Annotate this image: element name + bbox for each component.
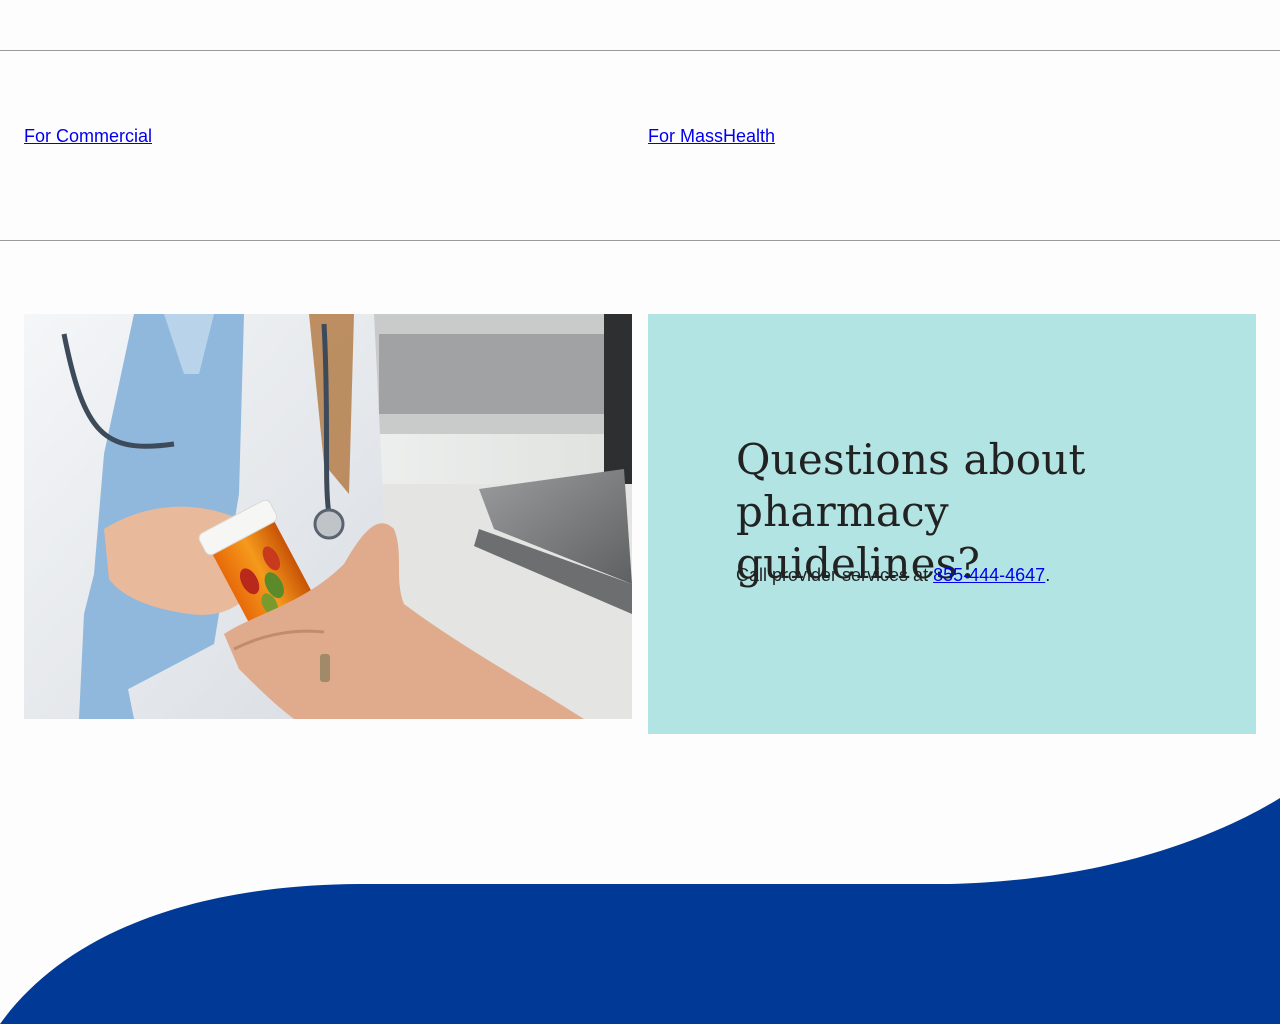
provider-services-prefix: Call provider services at [736, 565, 934, 585]
provider-phone-link[interactable]: 855-444-4647 [933, 565, 1045, 585]
pharmacist-handing-prescription-bottle-image [24, 314, 632, 719]
provider-services-suffix: . [1045, 565, 1051, 585]
for-masshealth-link[interactable]: For MassHealth [648, 126, 775, 147]
provider-services-text: Call provider services at 855-444-4647. [736, 564, 1050, 586]
footer-wave-shape [0, 798, 1280, 1024]
for-commercial-link[interactable]: For Commercial [24, 126, 152, 147]
footer-wave-decoration [0, 790, 1280, 1024]
section-divider [0, 240, 1280, 241]
pharmacy-questions-panel: Questions about pharmacy guidelines? Cal… [648, 314, 1256, 734]
pharmacy-hero-image [24, 314, 632, 719]
top-divider [0, 50, 1280, 51]
